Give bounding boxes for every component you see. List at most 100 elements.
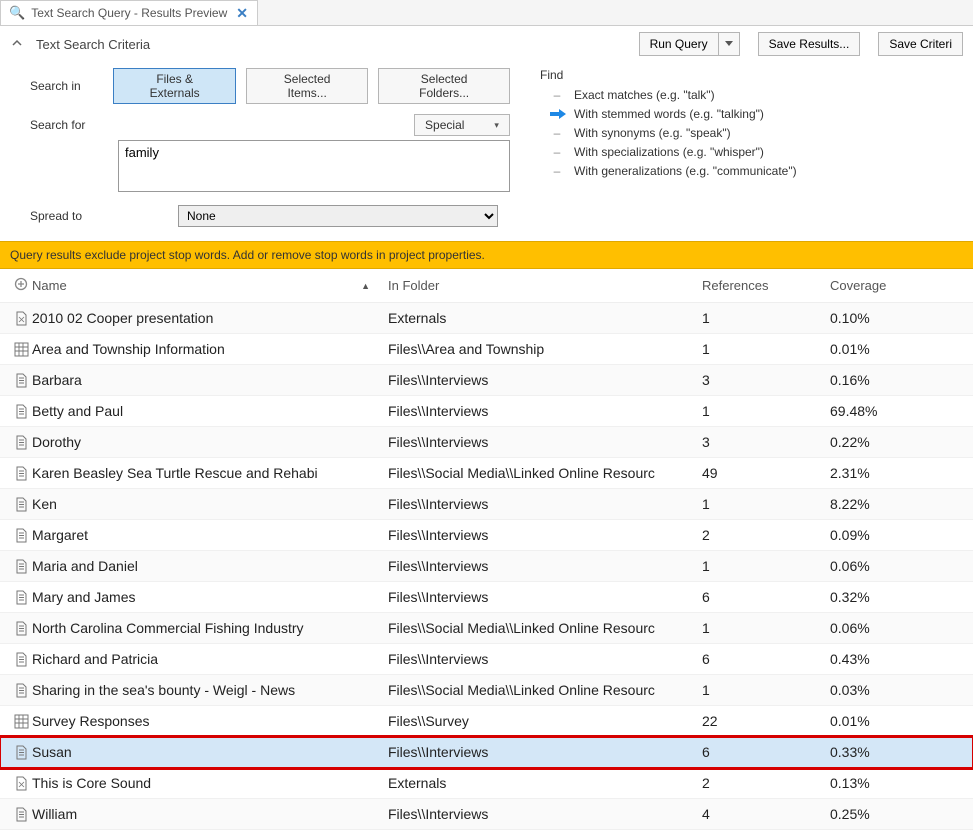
result-row[interactable]: BarbaraFiles\\Interviews30.16% xyxy=(0,365,973,396)
tick-mark-icon: – xyxy=(550,126,564,140)
match-option[interactable]: –With generalizations (e.g. "communicate… xyxy=(550,164,963,178)
row-name: Margaret xyxy=(32,527,388,543)
find-label: Find xyxy=(540,68,963,82)
result-row[interactable]: Area and Township InformationFiles\\Area… xyxy=(0,334,973,365)
tab-results-preview[interactable]: 🔍 Text Search Query - Results Preview ✕ xyxy=(0,0,258,25)
row-name: Susan xyxy=(32,744,388,760)
result-row[interactable]: MargaretFiles\\Interviews20.09% xyxy=(0,520,973,551)
match-option[interactable]: With stemmed words (e.g. "talking") xyxy=(550,107,963,121)
tab-title: Text Search Query - Results Preview xyxy=(31,6,227,20)
match-option[interactable]: –Exact matches (e.g. "talk") xyxy=(550,88,963,102)
row-coverage: 0.06% xyxy=(830,558,963,574)
result-row[interactable]: Mary and JamesFiles\\Interviews60.32% xyxy=(0,582,973,613)
row-folder: Files\\Social Media\\Linked Online Resou… xyxy=(388,620,702,636)
row-references: 49 xyxy=(702,465,830,481)
pill-selected-items[interactable]: Selected Items... xyxy=(246,68,368,104)
row-references: 4 xyxy=(702,806,830,822)
row-folder: Files\\Area and Township xyxy=(388,341,702,357)
row-references: 6 xyxy=(702,744,830,760)
column-references[interactable]: References xyxy=(702,278,830,293)
pill-files-externals[interactable]: Files & Externals xyxy=(113,68,236,104)
expand-all-icon[interactable] xyxy=(10,277,32,294)
search-icon: 🔍 xyxy=(9,5,25,21)
row-folder: Externals xyxy=(388,310,702,326)
match-option-label: With generalizations (e.g. "communicate"… xyxy=(574,164,797,178)
file-type-icon xyxy=(10,621,32,636)
tick-mark-icon: – xyxy=(550,145,564,159)
result-row[interactable]: Maria and DanielFiles\\Interviews10.06% xyxy=(0,551,973,582)
result-row[interactable]: Richard and PatriciaFiles\\Interviews60.… xyxy=(0,644,973,675)
row-folder: Files\\Interviews xyxy=(388,744,702,760)
row-name: William xyxy=(32,806,388,822)
spread-to-select[interactable]: None xyxy=(178,205,498,227)
row-references: 2 xyxy=(702,527,830,543)
search-for-input[interactable] xyxy=(118,140,510,192)
column-name[interactable]: Name ▲ xyxy=(32,278,388,293)
result-row[interactable]: Sharing in the sea's bounty - Weigl - Ne… xyxy=(0,675,973,706)
row-coverage: 0.13% xyxy=(830,775,963,791)
file-type-icon xyxy=(10,683,32,698)
result-row[interactable]: SusanFiles\\Interviews60.33% xyxy=(0,737,973,768)
row-references: 1 xyxy=(702,558,830,574)
row-references: 1 xyxy=(702,310,830,326)
row-references: 6 xyxy=(702,589,830,605)
result-row[interactable]: Survey ResponsesFiles\\Survey220.01% xyxy=(0,706,973,737)
result-row[interactable]: KenFiles\\Interviews18.22% xyxy=(0,489,973,520)
row-references: 1 xyxy=(702,403,830,419)
row-folder: Files\\Interviews xyxy=(388,496,702,512)
row-references: 1 xyxy=(702,341,830,357)
row-coverage: 0.09% xyxy=(830,527,963,543)
match-options-list[interactable]: –Exact matches (e.g. "talk") With stemmed… xyxy=(540,88,963,178)
close-tab-button[interactable]: ✕ xyxy=(233,5,251,22)
row-folder: Files\\Interviews xyxy=(388,403,702,419)
chevron-down-icon: ▾ xyxy=(494,120,499,131)
run-query-button[interactable]: Run Query xyxy=(639,32,718,56)
results-header: Name ▲ In Folder References Coverage xyxy=(0,269,973,303)
row-references: 3 xyxy=(702,372,830,388)
tab-bar: 🔍 Text Search Query - Results Preview ✕ xyxy=(0,0,973,26)
save-criteria-button[interactable]: Save Criteri xyxy=(878,32,963,56)
tick-mark-icon: – xyxy=(550,164,564,178)
file-type-icon xyxy=(10,652,32,667)
row-folder: Files\\Social Media\\Linked Online Resou… xyxy=(388,682,702,698)
row-references: 1 xyxy=(702,682,830,698)
row-references: 1 xyxy=(702,620,830,636)
row-name: Maria and Daniel xyxy=(32,558,388,574)
result-row[interactable]: North Carolina Commercial Fishing Indust… xyxy=(0,613,973,644)
criteria-header: Text Search Criteria Run Query Save Resu… xyxy=(0,26,973,62)
match-option[interactable]: –With synonyms (e.g. "speak") xyxy=(550,126,963,140)
file-type-icon xyxy=(10,404,32,419)
file-type-icon xyxy=(10,466,32,481)
file-type-icon xyxy=(10,745,32,760)
collapse-toggle[interactable] xyxy=(10,38,24,51)
criteria-body: Search in Files & Externals Selected Ite… xyxy=(0,62,973,241)
run-query-group: Run Query xyxy=(639,32,740,56)
result-row[interactable]: Karen Beasley Sea Turtle Rescue and Reha… xyxy=(0,458,973,489)
row-coverage: 0.25% xyxy=(830,806,963,822)
result-row[interactable]: WilliamFiles\\Interviews40.25% xyxy=(0,799,973,830)
special-dropdown[interactable]: Special ▾ xyxy=(414,114,510,136)
row-name: North Carolina Commercial Fishing Indust… xyxy=(32,620,388,636)
result-row[interactable]: This is Core SoundExternals20.13% xyxy=(0,768,973,799)
file-type-icon xyxy=(10,559,32,574)
file-type-icon xyxy=(10,373,32,388)
result-row[interactable]: Betty and PaulFiles\\Interviews169.48% xyxy=(0,396,973,427)
row-name: Mary and James xyxy=(32,589,388,605)
pill-selected-folders[interactable]: Selected Folders... xyxy=(378,68,510,104)
file-type-icon xyxy=(10,342,32,357)
row-coverage: 0.10% xyxy=(830,310,963,326)
run-query-dropdown[interactable] xyxy=(718,32,740,56)
row-references: 22 xyxy=(702,713,830,729)
result-row[interactable]: 2010 02 Cooper presentationExternals10.1… xyxy=(0,303,973,334)
row-folder: Files\\Interviews xyxy=(388,651,702,667)
file-type-icon xyxy=(10,311,32,326)
column-folder[interactable]: In Folder xyxy=(388,278,702,293)
match-option[interactable]: –With specializations (e.g. "whisper") xyxy=(550,145,963,159)
match-option-label: With stemmed words (e.g. "talking") xyxy=(574,107,764,121)
file-type-icon xyxy=(10,590,32,605)
column-coverage[interactable]: Coverage xyxy=(830,278,963,293)
match-option-label: With specializations (e.g. "whisper") xyxy=(574,145,764,159)
result-row[interactable]: DorothyFiles\\Interviews30.22% xyxy=(0,427,973,458)
file-type-icon xyxy=(10,776,32,791)
save-results-button[interactable]: Save Results... xyxy=(758,32,861,56)
